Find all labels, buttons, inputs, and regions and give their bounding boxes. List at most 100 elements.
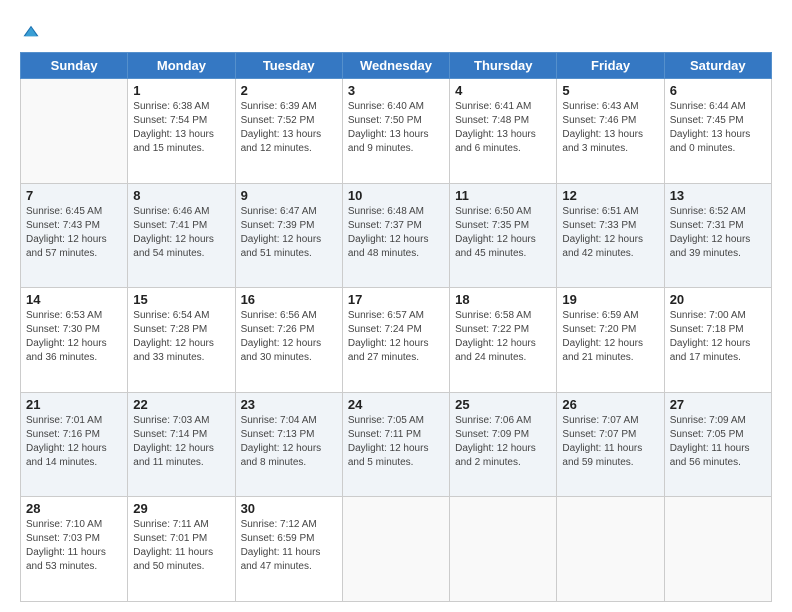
day-number: 3	[348, 83, 444, 98]
day-cell: 29Sunrise: 7:11 AMSunset: 7:01 PMDayligh…	[128, 497, 235, 602]
day-info: Sunrise: 6:56 AMSunset: 7:26 PMDaylight:…	[241, 309, 337, 365]
day-info: Sunrise: 6:43 AMSunset: 7:46 PMDaylight:…	[562, 100, 658, 156]
day-cell: 13 Sunrise: 6:52 AMSunset: 7:31 PMDayligh…	[664, 183, 771, 288]
day-info: Sunrise: 6:38 AMSunset: 7:54 PMDaylight:…	[133, 100, 229, 156]
day-cell: 14 Sunrise: 6:53 AMSunset: 7:30 PMDayligh…	[21, 288, 128, 393]
day-number: 16	[241, 292, 337, 307]
day-cell: 24 Sunrise: 7:05 AMSunset: 7:11 PMDayligh…	[342, 392, 449, 497]
day-info: Sunrise: 7:07 AMSunset: 7:07 PMDaylight:…	[562, 414, 658, 470]
day-info: Sunrise: 6:51 AMSunset: 7:33 PMDaylight:…	[562, 205, 658, 261]
day-number: 15	[133, 292, 229, 307]
day-number: 14	[26, 292, 122, 307]
day-cell	[664, 497, 771, 602]
day-info: Sunrise: 6:40 AMSunset: 7:50 PMDaylight:…	[348, 100, 444, 156]
weekday-header-thursday: Thursday	[450, 53, 557, 79]
day-cell: 11Sunrise: 6:50 AMSunset: 7:35 PMDayligh…	[450, 183, 557, 288]
day-cell	[342, 497, 449, 602]
day-info: Sunrise: 6:52 AMSunset: 7:31 PMDaylight:…	[670, 205, 766, 261]
day-number: 22	[133, 397, 229, 412]
day-info: Sunrise: 6:39 AMSunset: 7:52 PMDaylight:…	[241, 100, 337, 156]
day-cell: 5Sunrise: 6:43 AMSunset: 7:46 PMDaylight…	[557, 79, 664, 184]
day-info: Sunrise: 6:47 AMSunset: 7:39 PMDaylight:…	[241, 205, 337, 261]
day-info: Sunrise: 7:00 AMSunset: 7:18 PMDaylight:…	[670, 309, 766, 365]
day-cell: 28 Sunrise: 7:10 AMSunset: 7:03 PMDayligh…	[21, 497, 128, 602]
day-number: 27	[670, 397, 766, 412]
day-cell: 4 Sunrise: 6:41 AMSunset: 7:48 PMDaylight…	[450, 79, 557, 184]
logo-text	[20, 18, 40, 42]
day-cell: 25 Sunrise: 7:06 AMSunset: 7:09 PMDayligh…	[450, 392, 557, 497]
day-number: 25	[455, 397, 551, 412]
day-number: 13	[670, 188, 766, 203]
day-cell: 9Sunrise: 6:47 AMSunset: 7:39 PMDaylight…	[235, 183, 342, 288]
week-row-4: 21 Sunrise: 7:01 AMSunset: 7:16 PMDayligh…	[21, 392, 772, 497]
day-cell: 30 Sunrise: 7:12 AMSunset: 6:59 PMDayligh…	[235, 497, 342, 602]
day-cell: 23 Sunrise: 7:04 AMSunset: 7:13 PMDayligh…	[235, 392, 342, 497]
day-info: Sunrise: 7:05 AMSunset: 7:11 PMDaylight:…	[348, 414, 444, 470]
day-cell: 6 Sunrise: 6:44 AMSunset: 7:45 PMDaylight…	[664, 79, 771, 184]
day-number: 10	[348, 188, 444, 203]
day-cell	[450, 497, 557, 602]
day-number: 26	[562, 397, 658, 412]
day-info: Sunrise: 7:10 AMSunset: 7:03 PMDaylight:…	[26, 518, 122, 574]
day-number: 1	[133, 83, 229, 98]
day-cell: 15 Sunrise: 6:54 AMSunset: 7:28 PMDayligh…	[128, 288, 235, 393]
day-number: 23	[241, 397, 337, 412]
day-number: 20	[670, 292, 766, 307]
day-info: Sunrise: 6:54 AMSunset: 7:28 PMDaylight:…	[133, 309, 229, 365]
day-number: 18	[455, 292, 551, 307]
day-number: 2	[241, 83, 337, 98]
day-cell: 19Sunrise: 6:59 AMSunset: 7:20 PMDayligh…	[557, 288, 664, 393]
day-info: Sunrise: 6:41 AMSunset: 7:48 PMDaylight:…	[455, 100, 551, 156]
weekday-header-friday: Friday	[557, 53, 664, 79]
day-number: 12	[562, 188, 658, 203]
day-cell: 12 Sunrise: 6:51 AMSunset: 7:33 PMDayligh…	[557, 183, 664, 288]
day-cell	[557, 497, 664, 602]
day-info: Sunrise: 6:57 AMSunset: 7:24 PMDaylight:…	[348, 309, 444, 365]
day-number: 24	[348, 397, 444, 412]
day-cell: 27 Sunrise: 7:09 AMSunset: 7:05 PMDayligh…	[664, 392, 771, 497]
day-info: Sunrise: 6:50 AMSunset: 7:35 PMDaylight:…	[455, 205, 551, 261]
day-info: Sunrise: 6:58 AMSunset: 7:22 PMDaylight:…	[455, 309, 551, 365]
weekday-header-saturday: Saturday	[664, 53, 771, 79]
page: SundayMondayTuesdayWednesdayThursdayFrid…	[0, 0, 792, 612]
day-info: Sunrise: 7:03 AMSunset: 7:14 PMDaylight:…	[133, 414, 229, 470]
day-number: 8	[133, 188, 229, 203]
day-info: Sunrise: 7:04 AMSunset: 7:13 PMDaylight:…	[241, 414, 337, 470]
day-info: Sunrise: 6:44 AMSunset: 7:45 PMDaylight:…	[670, 100, 766, 156]
day-number: 21	[26, 397, 122, 412]
weekday-header-tuesday: Tuesday	[235, 53, 342, 79]
day-cell: 2 Sunrise: 6:39 AMSunset: 7:52 PMDaylight…	[235, 79, 342, 184]
day-cell: 16 Sunrise: 6:56 AMSunset: 7:26 PMDayligh…	[235, 288, 342, 393]
day-cell: 7 Sunrise: 6:45 AMSunset: 7:43 PMDaylight…	[21, 183, 128, 288]
weekday-header-row: SundayMondayTuesdayWednesdayThursdayFrid…	[21, 53, 772, 79]
day-cell: 1 Sunrise: 6:38 AMSunset: 7:54 PMDaylight…	[128, 79, 235, 184]
day-number: 19	[562, 292, 658, 307]
day-number: 7	[26, 188, 122, 203]
calendar-table: SundayMondayTuesdayWednesdayThursdayFrid…	[20, 52, 772, 602]
day-cell	[21, 79, 128, 184]
day-cell: 18 Sunrise: 6:58 AMSunset: 7:22 PMDayligh…	[450, 288, 557, 393]
day-info: Sunrise: 6:45 AMSunset: 7:43 PMDaylight:…	[26, 205, 122, 261]
weekday-header-monday: Monday	[128, 53, 235, 79]
day-cell: 17 Sunrise: 6:57 AMSunset: 7:24 PMDayligh…	[342, 288, 449, 393]
week-row-5: 28 Sunrise: 7:10 AMSunset: 7:03 PMDayligh…	[21, 497, 772, 602]
day-number: 4	[455, 83, 551, 98]
day-info: Sunrise: 7:01 AMSunset: 7:16 PMDaylight:…	[26, 414, 122, 470]
week-row-3: 14 Sunrise: 6:53 AMSunset: 7:30 PMDayligh…	[21, 288, 772, 393]
day-info: Sunrise: 6:53 AMSunset: 7:30 PMDaylight:…	[26, 309, 122, 365]
day-number: 29	[133, 501, 229, 516]
day-number: 28	[26, 501, 122, 516]
day-number: 17	[348, 292, 444, 307]
day-info: Sunrise: 6:48 AMSunset: 7:37 PMDaylight:…	[348, 205, 444, 261]
day-cell: 26 Sunrise: 7:07 AMSunset: 7:07 PMDayligh…	[557, 392, 664, 497]
week-row-1: 1 Sunrise: 6:38 AMSunset: 7:54 PMDaylight…	[21, 79, 772, 184]
day-info: Sunrise: 7:09 AMSunset: 7:05 PMDaylight:…	[670, 414, 766, 470]
day-cell: 10 Sunrise: 6:48 AMSunset: 7:37 PMDayligh…	[342, 183, 449, 288]
day-info: Sunrise: 7:06 AMSunset: 7:09 PMDaylight:…	[455, 414, 551, 470]
day-cell: 22 Sunrise: 7:03 AMSunset: 7:14 PMDayligh…	[128, 392, 235, 497]
day-number: 6	[670, 83, 766, 98]
header	[20, 18, 772, 42]
day-info: Sunrise: 7:12 AMSunset: 6:59 PMDaylight:…	[241, 518, 337, 574]
day-number: 30	[241, 501, 337, 516]
day-cell: 20 Sunrise: 7:00 AMSunset: 7:18 PMDayligh…	[664, 288, 771, 393]
